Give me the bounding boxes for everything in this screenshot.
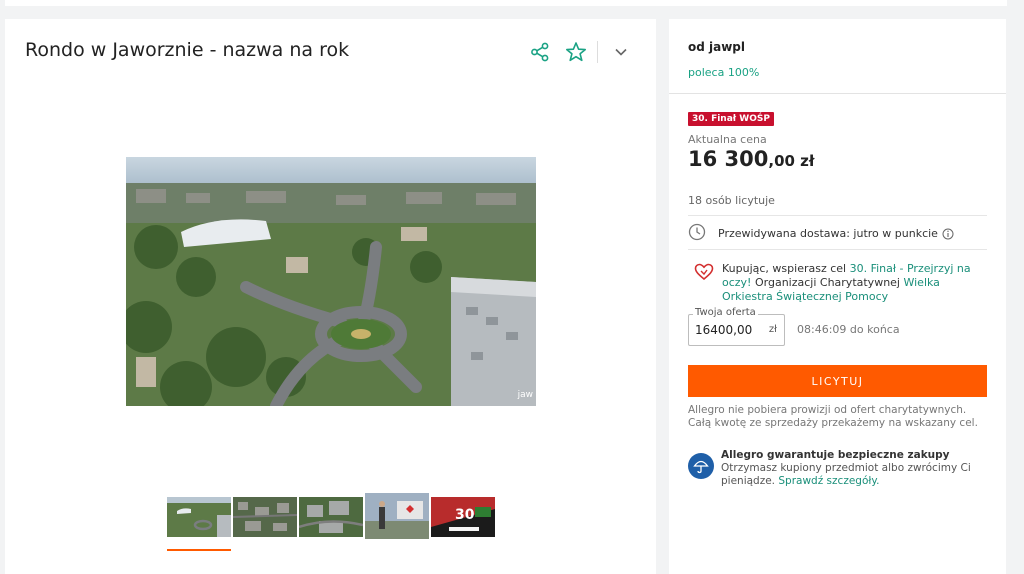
guarantee-details-link[interactable]: Sprawdź szczegóły. (778, 475, 879, 487)
price-label: Aktualna cena (688, 133, 767, 146)
thumbnail-strip: 30 (167, 493, 495, 555)
thumb-active-indicator (167, 549, 231, 551)
your-offer-input[interactable] (695, 323, 761, 337)
thumb-city-aerial[interactable] (233, 497, 297, 555)
bid-button[interactable]: LICYTUJ (688, 365, 987, 397)
thumb-wosp-poster[interactable]: 30 (431, 497, 495, 555)
star-icon[interactable] (561, 40, 591, 64)
charity-note: Allegro nie pobiera prowizji od ofert ch… (688, 404, 978, 429)
price-unit: zł (794, 152, 815, 170)
title-actions (525, 40, 636, 64)
actions-divider (597, 41, 598, 63)
thumb-buildings-aerial[interactable] (299, 497, 363, 555)
charity-mid: Organizacji Charytatywnej (751, 276, 904, 289)
delivery-text: Przewidywana dostawa: jutro w punkcie (718, 227, 938, 240)
charity-info: Kupując, wspierasz cel 30. Finał - Przej… (694, 262, 984, 304)
divider (688, 215, 987, 216)
seller-rating[interactable]: poleca 100% (688, 66, 759, 79)
purchase-panel: od jawpl poleca 100% 30. Finał WOŚP Aktu… (669, 19, 1006, 574)
guarantee-box: Allegro gwarantuje bezpieczne zakupy Otr… (688, 449, 988, 488)
charity-prefix: Kupując, wspierasz cel (722, 262, 850, 275)
your-offer-field[interactable]: Twoja oferta zł (688, 307, 785, 346)
current-price: 16 300,00 zł (688, 147, 814, 171)
chevron-down-icon[interactable] (606, 40, 636, 64)
countdown: 08:46:09 do końca (797, 323, 900, 336)
clock-icon (688, 223, 706, 244)
umbrella-icon (688, 453, 714, 479)
price-main: 16 300 (688, 147, 769, 171)
thumb-person-sign[interactable] (365, 493, 429, 555)
seller-name[interactable]: od jawpl (688, 40, 745, 54)
your-offer-label: Twoja oferta (693, 307, 758, 318)
divider (688, 249, 987, 250)
top-strip (5, 0, 1007, 6)
main-photo[interactable]: jaw (126, 157, 536, 406)
heart-icon (694, 263, 714, 304)
gallery-card: Rondo w Jaworznie - nazwa na rok jaw 30 (5, 19, 656, 574)
divider (669, 93, 1006, 94)
delivery-info: Przewidywana dostawa: jutro w punkcie (688, 223, 954, 244)
page-title: Rondo w Jaworznie - nazwa na rok (25, 39, 350, 61)
share-icon[interactable] (525, 40, 555, 64)
thumb-roundabout-aerial[interactable] (167, 497, 231, 555)
photo-watermark: jaw (517, 390, 533, 400)
info-icon[interactable] (942, 228, 954, 240)
svg-text:30: 30 (455, 507, 475, 523)
wosp-badge: 30. Finał WOŚP (688, 112, 774, 126)
your-offer-unit: zł (768, 324, 777, 335)
guarantee-title: Allegro gwarantuje bezpieczne zakupy (721, 449, 950, 461)
price-decimal: ,00 (768, 152, 795, 170)
bidders-count: 18 osób licytuje (688, 194, 775, 207)
